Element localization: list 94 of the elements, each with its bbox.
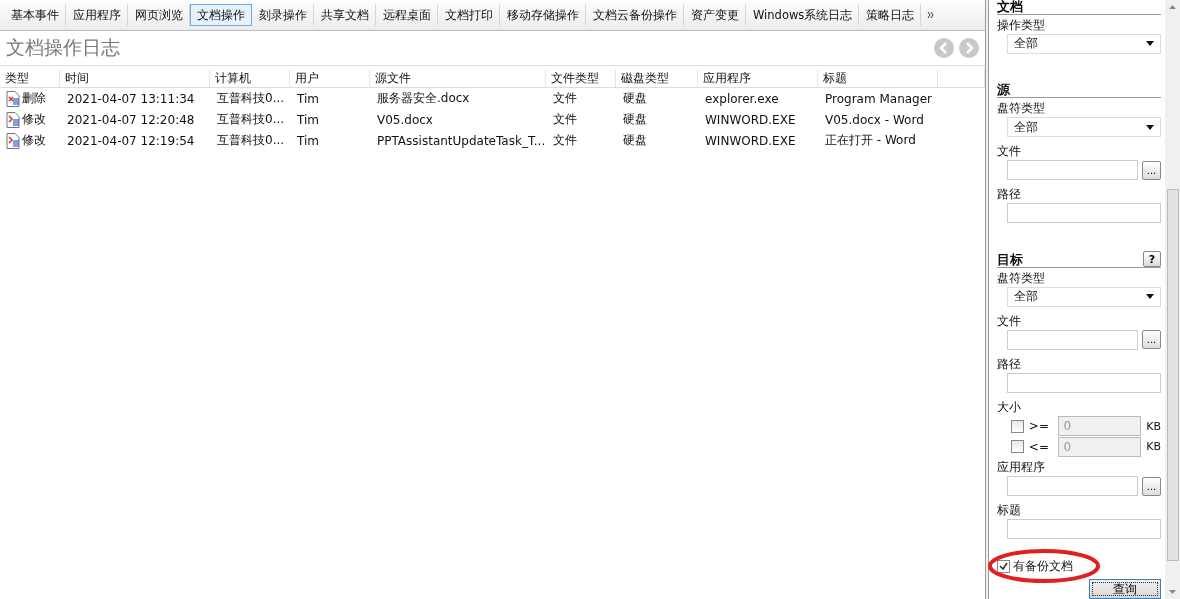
field-label: 路径 — [997, 186, 1022, 204]
table-cell: 互普科技0... — [217, 132, 285, 149]
document-icon — [6, 111, 20, 128]
tab[interactable]: Windows系统日志 — [746, 4, 860, 26]
tab[interactable]: 文档操作 — [190, 4, 252, 26]
table-cell: 文件 — [553, 132, 577, 149]
tab[interactable]: 远程桌面 — [376, 4, 438, 26]
back-icon[interactable] — [934, 38, 954, 58]
field-label: 文件 — [997, 143, 1022, 161]
browse-button[interactable]: ... — [1142, 330, 1161, 350]
page-title: 文档操作日志 — [6, 35, 121, 60]
tab[interactable]: 刻录操作 — [252, 4, 314, 26]
table-cell: Tim — [297, 133, 319, 148]
section-heading: 目标 — [997, 252, 1023, 268]
table-cell: 硬盘 — [623, 132, 647, 149]
table-cell: Program Manager — [825, 91, 933, 106]
checkbox[interactable] — [997, 559, 1010, 573]
table-cell: 2021-04-07 12:20:48 — [67, 112, 195, 127]
caret-icon — [1146, 41, 1154, 47]
table-cell: explorer.exe — [705, 91, 779, 106]
checkbox[interactable] — [1011, 440, 1024, 454]
table-cell: 服务器安全.docx — [377, 90, 470, 107]
forward-icon[interactable] — [959, 38, 979, 58]
table-cell: WINWORD.EXE — [705, 133, 796, 148]
column-header[interactable]: 类型 — [0, 69, 60, 87]
field-label: 应用程序 — [997, 459, 1046, 477]
table-cell: 硬盘 — [623, 111, 647, 128]
column-header[interactable]: 计算机 — [210, 69, 290, 87]
field-label: 盘符类型 — [997, 100, 1046, 118]
table-cell: Tim — [297, 112, 319, 127]
query-button[interactable]: 查询 — [1089, 579, 1161, 599]
browse-button[interactable]: ... — [1142, 476, 1161, 496]
help-button[interactable]: ? — [1143, 251, 1161, 268]
tab[interactable]: 共享文档 — [314, 4, 376, 26]
section-heading: 源 — [997, 82, 1010, 98]
input-field[interactable] — [1007, 329, 1138, 350]
scroll-up-icon[interactable] — [1169, 5, 1176, 9]
column-header[interactable]: 源文件 — [370, 69, 546, 87]
table-cell: 文件 — [553, 90, 577, 107]
dropdown[interactable]: 全部 — [1007, 33, 1161, 54]
tab[interactable]: 移动存储操作 — [500, 4, 586, 26]
input-field[interactable] — [1007, 203, 1161, 224]
tab[interactable]: 文档打印 — [438, 4, 500, 26]
field-label: 操作类型 — [997, 16, 1046, 34]
column-header[interactable]: 用户 — [290, 69, 370, 87]
table-cell: 修改 — [22, 132, 46, 149]
column-header[interactable]: 应用程序 — [698, 69, 818, 87]
column-header[interactable]: 时间 — [60, 69, 210, 87]
input-field[interactable] — [1007, 372, 1161, 393]
input-field[interactable] — [1007, 476, 1138, 497]
tab[interactable]: 应用程序 — [66, 4, 128, 26]
unit-label: KB — [1146, 440, 1161, 454]
checkbox[interactable] — [1011, 419, 1024, 433]
tab[interactable]: 策略日志 — [859, 4, 922, 26]
table-cell: 修改 — [22, 111, 46, 128]
tab[interactable]: 基本事件 — [4, 4, 66, 26]
input-field[interactable] — [1007, 519, 1161, 540]
dropdown[interactable]: 全部 — [1007, 117, 1161, 138]
table-cell: V05.docx - Word — [825, 112, 924, 127]
document-icon — [6, 132, 20, 149]
operator-label: <= — [1028, 439, 1050, 454]
section-heading: 文档 — [997, 0, 1023, 14]
field-label: 盘符类型 — [997, 270, 1046, 288]
table-cell: 文件 — [553, 111, 577, 128]
chevron-icon[interactable] — [927, 11, 936, 19]
table-cell: Tim — [297, 91, 319, 106]
column-header[interactable]: 磁盘类型 — [616, 69, 698, 87]
table-cell: 硬盘 — [623, 90, 647, 107]
table-cell: 删除 — [22, 90, 46, 107]
caret-icon — [1146, 124, 1154, 130]
field-label: 标题 — [997, 502, 1022, 520]
table-cell: 2021-04-07 13:11:34 — [67, 91, 195, 106]
table-cell: 2021-04-07 12:19:54 — [67, 133, 195, 148]
field-label: 文件 — [997, 312, 1022, 330]
dropdown[interactable]: 全部 — [1007, 287, 1161, 307]
field-label: 路径 — [997, 355, 1022, 373]
table-cell: WINWORD.EXE — [705, 112, 796, 127]
operator-label: >= — [1028, 419, 1050, 434]
table-cell: V05.docx — [377, 112, 433, 127]
caret-icon — [1146, 294, 1154, 300]
field-label: 大小 — [997, 398, 1022, 416]
table-cell: 互普科技0... — [217, 90, 285, 107]
scroll-down-icon[interactable] — [1169, 590, 1176, 594]
tab[interactable]: 资产变更 — [684, 4, 746, 26]
browse-button[interactable]: ... — [1142, 160, 1161, 180]
table-cell: PPTAssistantUpdateTask_T... — [377, 133, 546, 148]
document-icon — [6, 90, 20, 107]
column-header[interactable]: 文件类型 — [546, 69, 616, 87]
unit-label: KB — [1146, 419, 1161, 433]
input-field[interactable] — [1007, 160, 1138, 181]
column-header[interactable]: 标题 — [818, 69, 938, 87]
table-cell: 正在打开 - Word — [825, 132, 916, 149]
tab[interactable]: 文档云备份操作 — [586, 4, 684, 26]
table-cell: 互普科技0... — [217, 111, 285, 128]
